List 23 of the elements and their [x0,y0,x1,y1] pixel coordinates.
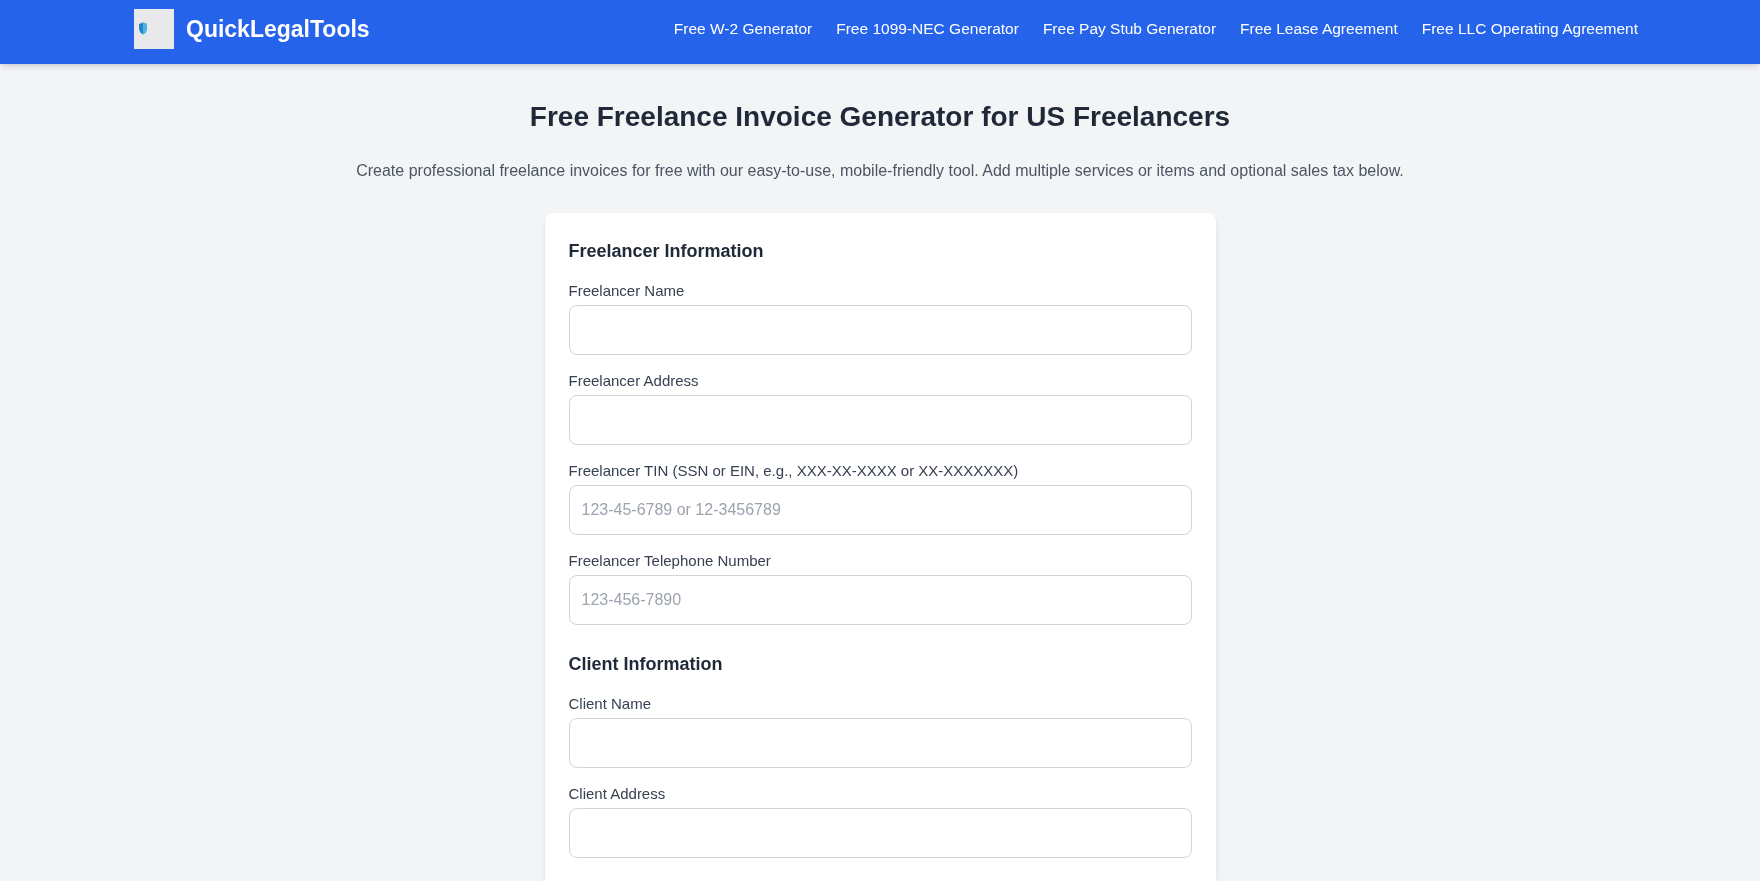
nav-link[interactable]: Free Pay Stub Generator [1042,17,1217,41]
field-label: Freelancer Telephone Number [568,551,772,571]
logo-icon [134,9,174,49]
nav-link[interactable]: Free LLC Operating Agreement [1421,17,1638,41]
field-label: Client Address [568,784,667,804]
nav-link[interactable]: Free W-2 Generator [673,17,813,41]
nav-link[interactable]: Free Lease Agreement [1240,17,1398,41]
text-input[interactable] [568,395,1192,445]
section-heading: Freelancer Information [568,240,765,263]
site-title-link[interactable]: QuickLegalTools [186,15,370,43]
page-title: Free Freelance Invoice Generator for US Freelancers [529,100,1231,134]
text-input[interactable] [568,808,1192,858]
section-heading: Client Information [568,653,724,676]
text-input[interactable] [568,305,1192,355]
page-description: Create professional freelance invoices for free with our easy-to-use, mobile-friendly tool. Add multiple services or items and optional sales tax below. [356,161,1404,181]
text-input[interactable]: 123-45-6789 or 12-3456789 [568,485,1192,535]
field-label: Client Name [568,694,653,714]
text-input[interactable] [568,718,1192,768]
nav-link[interactable]: Free 1099-NEC Generator [836,17,1019,41]
text-input[interactable]: 123-456-7890 [568,575,1192,625]
field-label: Freelancer Name [568,281,686,301]
field-label: Freelancer TIN (SSN or EIN, e.g., XXX-XX-XXXX or XX-XXXXXXX) [568,461,1020,481]
field-label: Freelancer Address [568,371,700,391]
